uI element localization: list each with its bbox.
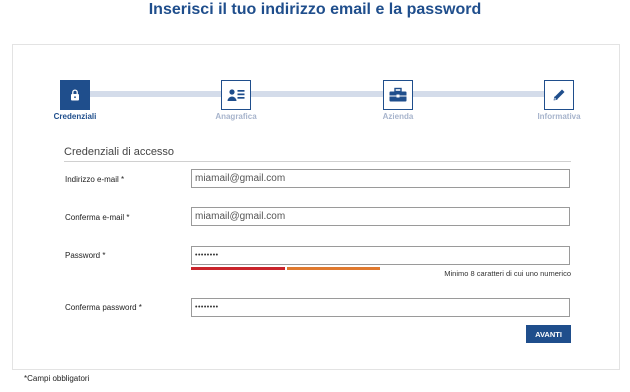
lock-icon [71,89,79,101]
stepper-track [75,91,561,97]
required-fields-note: *Campi obbligatori [24,374,90,383]
briefcase-icon [389,87,407,102]
next-button[interactable]: AVANTI [526,325,571,343]
email-input[interactable] [191,169,570,188]
confirm-email-label: Conferma e-mail * [65,213,130,222]
confirm-email-input[interactable] [191,207,570,226]
step-label: Credenziali [53,112,97,121]
step-icon-box [383,80,413,110]
password-hint: Minimo 8 caratteri di cui uno numerico [444,269,571,278]
step-icon-box [544,80,574,110]
step-anagrafica[interactable]: Anagrafica [196,80,276,121]
password-label: Password * [65,251,106,260]
registration-card: Credenziali Anagrafica Azienda Informati… [12,44,620,370]
password-input[interactable] [191,246,570,265]
page-title: Inserisci il tuo indirizzo email e la pa… [148,1,482,18]
step-label: Azienda [382,112,414,121]
step-label: Informativa [537,112,581,121]
progress-stepper: Credenziali Anagrafica Azienda Informati… [13,45,621,135]
email-label: Indirizzo e-mail * [65,175,125,184]
step-azienda[interactable]: Azienda [358,80,438,121]
step-informativa[interactable]: Informativa [519,80,599,121]
step-icon-box [221,80,251,110]
section-title: Credenziali di accesso [64,146,571,162]
confirm-password-label: Conferma password * [65,303,142,312]
confirm-password-input[interactable] [191,298,570,317]
id-card-icon [227,89,245,101]
password-strength-bar-weak [191,267,285,270]
pencil-icon [553,89,565,101]
step-credenziali[interactable]: Credenziali [35,80,115,121]
step-label: Anagrafica [215,112,257,121]
step-icon-box [60,80,90,110]
